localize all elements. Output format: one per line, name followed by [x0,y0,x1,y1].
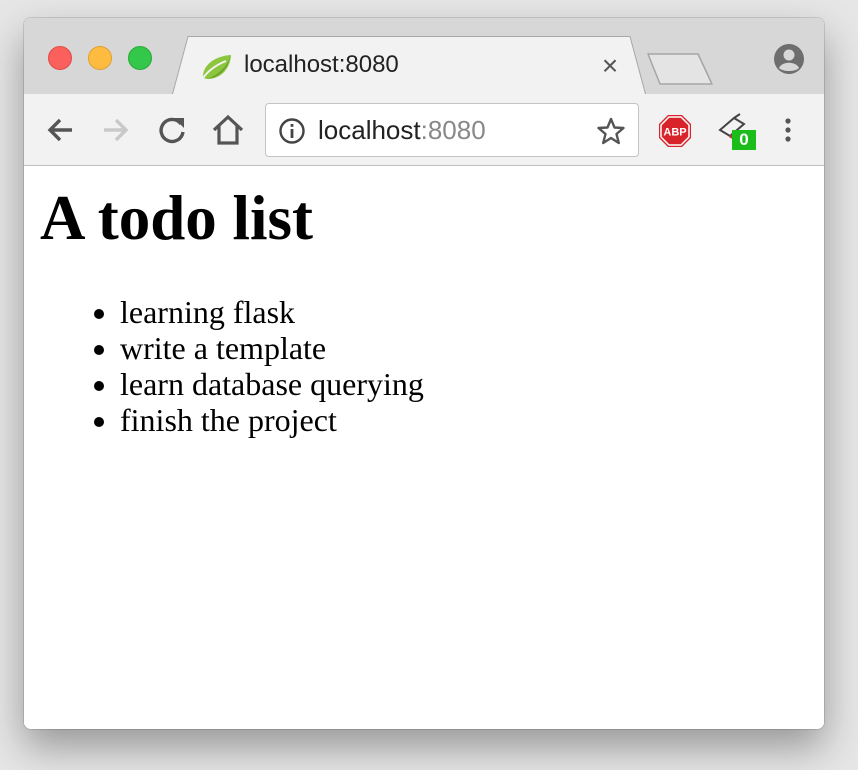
address-bar[interactable]: localhost:8080 [265,103,639,157]
todo-item: learning flask [120,294,424,330]
adblock-plus-icon[interactable]: ABP [658,114,692,148]
page-content: A todo list learning flask write a templ… [24,166,824,729]
bookmark-star-icon[interactable] [596,116,626,146]
browser-toolbar: localhost:8080 ABP 0 [24,94,824,166]
minimize-window-button[interactable] [88,46,112,70]
browser-window: localhost:8080 × localhost:8080 ABP 0 A … [24,18,824,729]
todo-list: learning flask write a template learn da… [24,294,424,438]
info-icon[interactable] [278,117,306,145]
todo-item: learn database querying [120,366,424,402]
back-arrow-icon[interactable] [42,112,78,148]
tab-title: localhost:8080 [244,51,399,78]
tab-strip: localhost:8080 × [24,18,824,96]
url-port: :8080 [420,115,486,145]
more-menu-icon[interactable] [776,112,800,148]
reload-icon[interactable] [154,112,190,148]
close-window-button[interactable] [48,46,72,70]
tab-close-icon[interactable]: × [596,52,624,80]
new-tab-button[interactable] [644,52,716,86]
forward-arrow-icon[interactable] [98,112,134,148]
maximize-window-button[interactable] [128,46,152,70]
home-icon[interactable] [210,112,246,148]
page-title: A todo list [40,183,314,253]
url-host: localhost [318,115,421,145]
abp-label: ABP [663,127,686,139]
todo-item: write a template [120,330,424,366]
profile-icon[interactable] [772,42,806,76]
url-text[interactable]: localhost:8080 [318,115,486,145]
extension-badge: 0 [732,130,756,150]
spring-leaf-icon [202,55,231,79]
todo-item: finish the project [120,402,424,438]
